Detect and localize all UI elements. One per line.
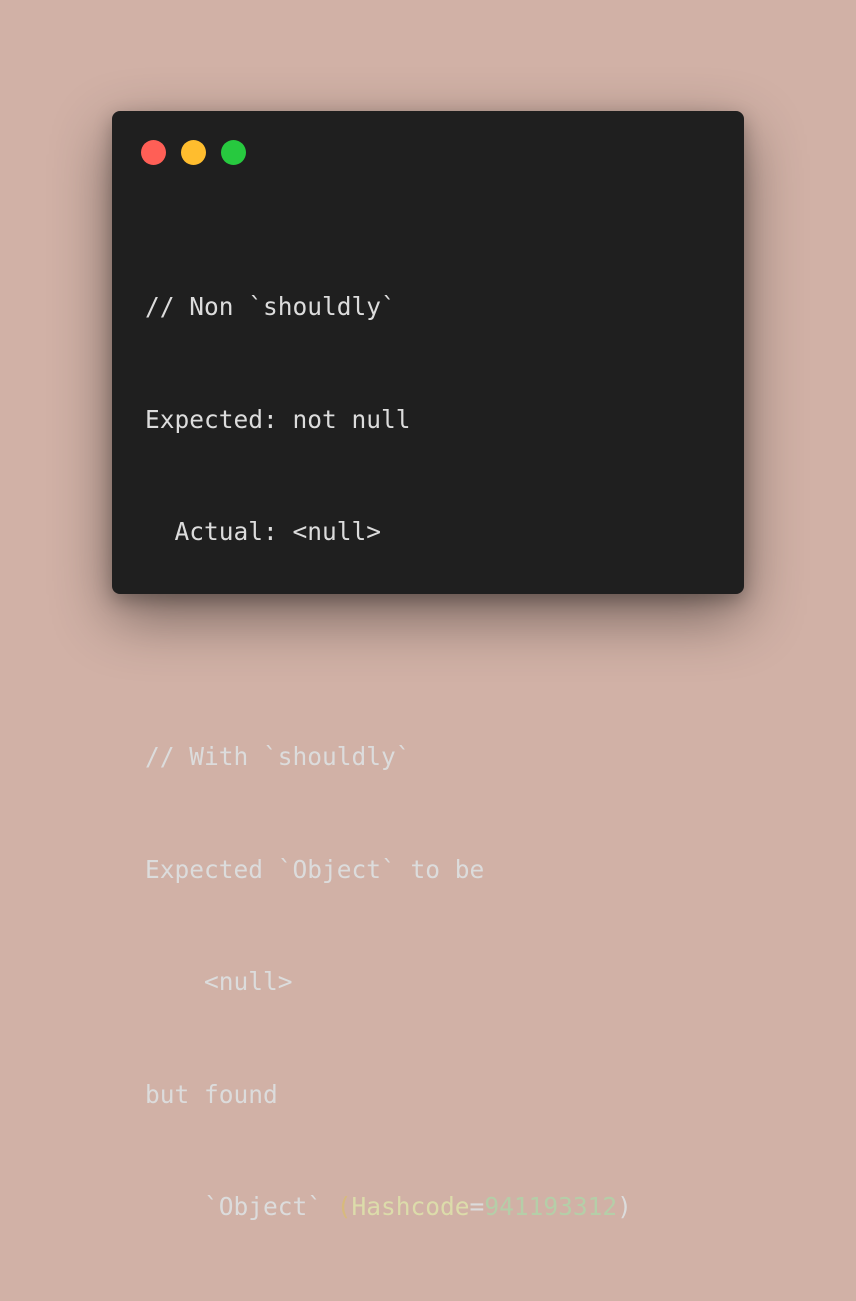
code-line-last: `Object` (Hashcode=941193312) bbox=[145, 1188, 632, 1226]
window-controls bbox=[141, 140, 246, 165]
paren-open: ( bbox=[336, 1192, 352, 1221]
code-text: `Object` bbox=[145, 1192, 337, 1221]
code-line: Expected `Object` to be bbox=[145, 854, 485, 884]
code-window: // Non `shouldly` Expected: not null Act… bbox=[112, 111, 744, 1221]
code-line: Actual: <null> bbox=[145, 517, 382, 546]
zoom-dot-icon[interactable] bbox=[221, 140, 246, 165]
code-line: // With `shouldly` bbox=[145, 742, 411, 771]
code-block: // Non `shouldly` Expected: not null Act… bbox=[145, 213, 632, 1301]
code-line: but found bbox=[145, 1079, 278, 1109]
minimize-dot-icon[interactable] bbox=[181, 140, 206, 165]
code-line: <null> bbox=[145, 967, 293, 996]
hashcode-number: 941193312 bbox=[484, 1192, 618, 1221]
hashcode-key: Hashcode bbox=[351, 1192, 470, 1221]
equals-sign: = bbox=[469, 1192, 485, 1221]
code-line: Expected: not null bbox=[145, 404, 411, 434]
code-line: // Non `shouldly` bbox=[145, 292, 396, 321]
close-dot-icon[interactable] bbox=[141, 140, 166, 165]
paren-close: ) bbox=[617, 1192, 632, 1221]
